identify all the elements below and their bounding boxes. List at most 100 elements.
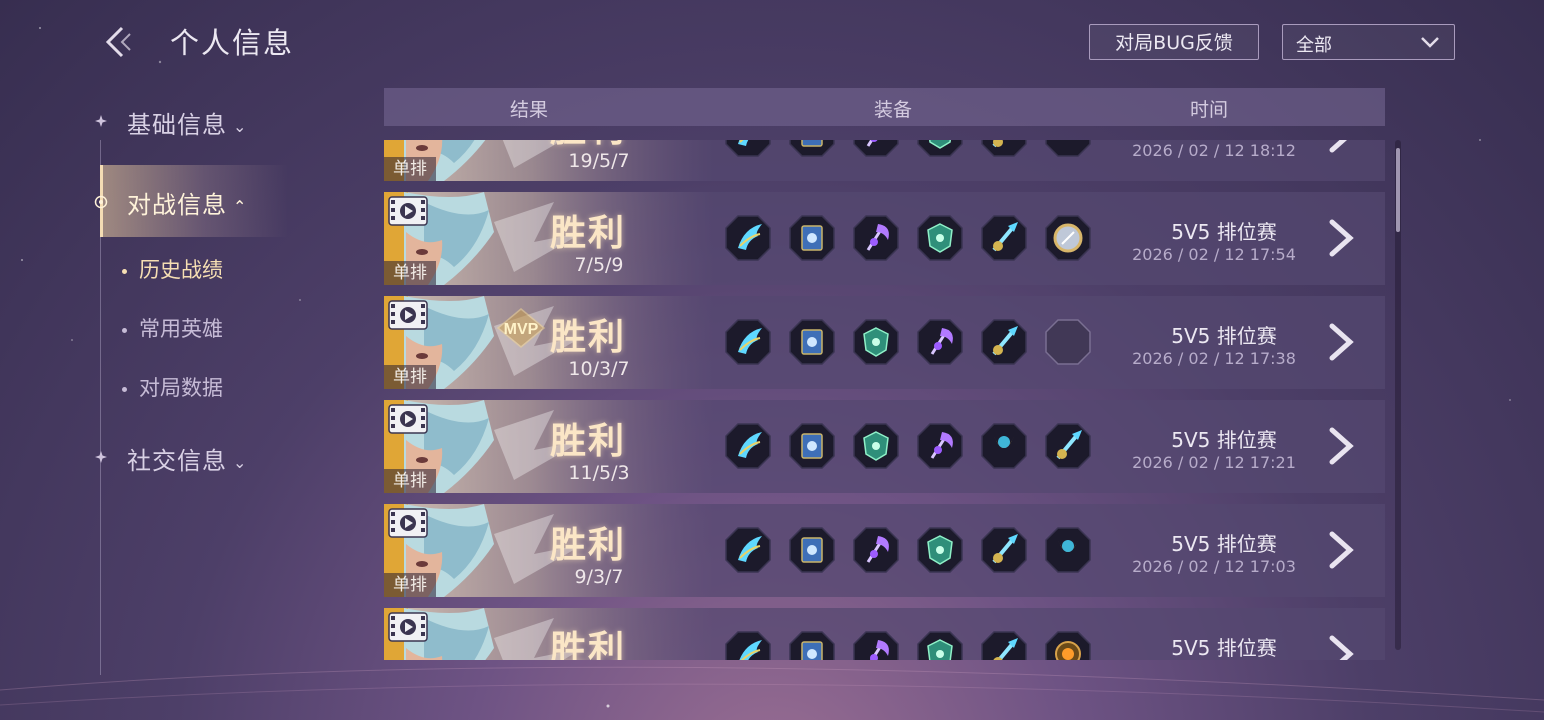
queue-mode-tag: 单排 bbox=[384, 261, 436, 285]
tome-icon[interactable] bbox=[788, 526, 836, 574]
replay-video-icon[interactable] bbox=[388, 300, 428, 330]
purple-axe-icon[interactable] bbox=[852, 214, 900, 262]
wing-blade-icon[interactable] bbox=[724, 630, 772, 660]
match-history-list[interactable]: 单排 胜利 19/5/7 2026 / 02 / 12 18:12 bbox=[384, 140, 1385, 660]
purple-axe-icon[interactable] bbox=[852, 526, 900, 574]
green-armor-icon[interactable] bbox=[852, 422, 900, 470]
green-armor-icon[interactable] bbox=[916, 526, 964, 574]
gold-crest-icon[interactable] bbox=[1044, 140, 1092, 158]
sidebar-item-battle-info[interactable]: 对战信息 ⌃ bbox=[127, 185, 247, 220]
purple-axe-icon[interactable] bbox=[916, 422, 964, 470]
chevron-right-icon[interactable] bbox=[1324, 530, 1358, 570]
column-header-equipment: 装备 bbox=[874, 99, 913, 121]
wing-blade-icon[interactable] bbox=[724, 214, 772, 262]
tome-icon[interactable] bbox=[788, 214, 836, 262]
bullet-icon bbox=[122, 327, 127, 333]
bug-feedback-button[interactable]: 对局BUG反馈 bbox=[1089, 24, 1259, 60]
diamond-node-icon bbox=[95, 115, 107, 127]
chevron-right-icon[interactable] bbox=[1324, 218, 1358, 258]
game-mode: 5V5 排位赛 bbox=[1171, 428, 1277, 452]
gold-crest-icon[interactable] bbox=[1044, 526, 1092, 574]
purple-axe-icon[interactable] bbox=[916, 318, 964, 366]
queue-mode-tag: 单排 bbox=[384, 365, 436, 389]
tome-icon[interactable] bbox=[788, 140, 836, 158]
ice-staff-icon[interactable] bbox=[980, 318, 1028, 366]
back-button[interactable] bbox=[98, 22, 138, 62]
chevron-down-icon: ⌄ bbox=[233, 452, 248, 472]
match-result: 胜利 bbox=[550, 421, 627, 462]
chevron-right-icon[interactable] bbox=[1324, 140, 1358, 154]
wing-blade-icon[interactable] bbox=[724, 526, 772, 574]
ice-staff-icon[interactable] bbox=[980, 214, 1028, 262]
match-result: 胜利 bbox=[550, 525, 627, 566]
kda-score: 10/3/7 bbox=[568, 358, 630, 380]
replay-video-icon[interactable] bbox=[388, 612, 428, 642]
filter-dropdown[interactable]: 全部 bbox=[1282, 24, 1455, 60]
sidebar-item-basic-info[interactable]: 基础信息 ⌄ bbox=[127, 105, 247, 140]
wing-blade-icon[interactable] bbox=[724, 140, 772, 158]
empty-slot-icon[interactable] bbox=[1044, 318, 1092, 366]
table-row[interactable]: 单排 MVP 胜利 10/3/7 5V5 排位赛 2026 / 02 / 12 … bbox=[384, 296, 1385, 389]
match-time: 2026 / 02 / 12 17:21 bbox=[1132, 453, 1296, 472]
replay-video-icon[interactable] bbox=[388, 196, 428, 226]
table-row[interactable]: 单排 胜利 9/3/7 5V5 排位赛 2026 / 02 / 12 17:03 bbox=[384, 504, 1385, 597]
queue-mode-tag: 单排 bbox=[384, 573, 436, 597]
mvp-label: MVP bbox=[504, 321, 539, 338]
bullet-icon bbox=[122, 386, 127, 392]
purple-axe-icon[interactable] bbox=[852, 630, 900, 660]
game-mode: 5V5 排位赛 bbox=[1171, 220, 1277, 244]
game-mode: 5V5 排位赛 bbox=[1171, 636, 1277, 660]
chevron-right-icon[interactable] bbox=[1324, 322, 1358, 362]
sidebar-subitem-history[interactable]: 历史战绩 bbox=[122, 254, 223, 284]
page-title: 个人信息 bbox=[170, 26, 295, 60]
filter-value: 全部 bbox=[1296, 35, 1332, 56]
match-result: 胜利 bbox=[550, 629, 627, 660]
sidebar-item-label: 社交信息 bbox=[127, 447, 227, 475]
green-armor-icon[interactable] bbox=[852, 318, 900, 366]
column-header-time: 时间 bbox=[1190, 99, 1229, 121]
match-result: 胜利 bbox=[550, 317, 627, 358]
green-armor-icon[interactable] bbox=[916, 140, 964, 158]
gold-crest-icon[interactable] bbox=[980, 422, 1028, 470]
sidebar-subitem-label: 历史战绩 bbox=[139, 258, 223, 282]
tome-icon[interactable] bbox=[788, 422, 836, 470]
kda-score: 11/5/3 bbox=[568, 462, 630, 484]
sidebar-subitem-match-data[interactable]: 对局数据 bbox=[122, 372, 223, 402]
ice-staff-icon[interactable] bbox=[980, 140, 1028, 158]
replay-video-icon[interactable] bbox=[388, 404, 428, 434]
replay-video-icon[interactable] bbox=[388, 508, 428, 538]
wing-blade-icon[interactable] bbox=[724, 422, 772, 470]
hero-portrait-image bbox=[384, 608, 714, 660]
table-row[interactable]: 单排 胜利 5V5 排位赛 bbox=[384, 608, 1385, 660]
purple-axe-icon[interactable] bbox=[852, 140, 900, 158]
scrollbar-thumb[interactable] bbox=[1396, 148, 1400, 232]
table-row[interactable]: 单排 胜利 7/5/9 5V5 排位赛 2026 / 02 / 12 17:54 bbox=[384, 192, 1385, 285]
green-armor-icon[interactable] bbox=[916, 214, 964, 262]
mirror-icon[interactable] bbox=[1044, 214, 1092, 262]
table-row[interactable]: 单排 胜利 19/5/7 2026 / 02 / 12 18:12 bbox=[384, 140, 1385, 181]
chevron-right-icon[interactable] bbox=[1324, 426, 1358, 466]
kda-score: 19/5/7 bbox=[568, 150, 630, 172]
green-armor-icon[interactable] bbox=[916, 630, 964, 660]
game-mode: 5V5 排位赛 bbox=[1171, 324, 1277, 348]
chevron-right-icon[interactable] bbox=[1324, 634, 1358, 660]
match-time: 2026 / 02 / 12 17:38 bbox=[1132, 349, 1296, 368]
ice-staff-icon[interactable] bbox=[1044, 422, 1092, 470]
table-row[interactable]: 单排 胜利 11/5/3 5V5 排位赛 2026 / 02 / 12 17:2… bbox=[384, 400, 1385, 493]
sidebar-item-social-info[interactable]: 社交信息 ⌄ bbox=[127, 441, 247, 476]
wing-blade-icon[interactable] bbox=[724, 318, 772, 366]
game-mode: 5V5 排位赛 bbox=[1171, 532, 1277, 556]
match-result: 胜利 bbox=[550, 213, 627, 254]
ice-staff-icon[interactable] bbox=[980, 630, 1028, 660]
mvp-badge-icon: MVP bbox=[496, 308, 546, 348]
kda-score: 7/5/9 bbox=[574, 254, 624, 276]
sidebar-item-label: 对战信息 bbox=[127, 191, 227, 219]
ice-staff-icon[interactable] bbox=[980, 526, 1028, 574]
sidebar-subitem-heroes[interactable]: 常用英雄 bbox=[122, 313, 223, 343]
tome-icon[interactable] bbox=[788, 318, 836, 366]
sidebar-subitem-label: 常用英雄 bbox=[139, 317, 223, 341]
match-time: 2026 / 02 / 12 18:12 bbox=[1132, 141, 1296, 160]
sidebar-item-label: 基础信息 bbox=[127, 111, 227, 139]
tome-icon[interactable] bbox=[788, 630, 836, 660]
amber-orb-icon[interactable] bbox=[1044, 630, 1092, 660]
